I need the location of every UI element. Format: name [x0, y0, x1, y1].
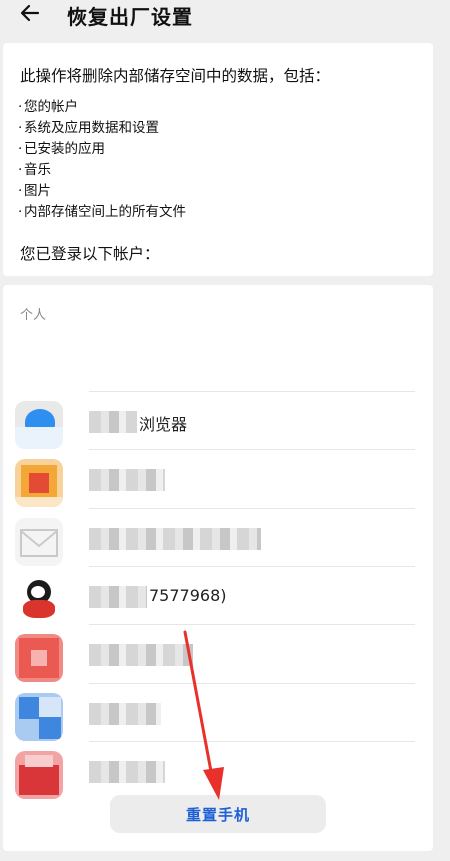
- email-app-icon: [15, 518, 63, 566]
- intro-text: 此操作将删除内部储存空间中的数据，包括：: [20, 67, 331, 85]
- account-row: 浏览器: [3, 391, 433, 449]
- account-row: [3, 624, 433, 682]
- divider: [89, 449, 415, 450]
- account-name-redacted: [89, 411, 137, 433]
- section-label-personal: 个人: [20, 308, 47, 323]
- divider: [89, 741, 415, 742]
- browser-app-icon: [15, 401, 63, 449]
- account-name-redacted: [89, 586, 147, 608]
- account-name-redacted: [89, 644, 193, 666]
- account-row: [3, 449, 433, 507]
- divider: [89, 624, 415, 625]
- account-name: 浏览器: [139, 415, 188, 434]
- account-name-redacted: [89, 703, 161, 725]
- page-title: 恢复出厂设置: [67, 5, 193, 29]
- account-row: [3, 741, 433, 799]
- list-item: 您的帐户: [18, 97, 186, 118]
- account-row: 7577968): [3, 566, 433, 624]
- divider: [89, 566, 415, 567]
- list-item: 已安装的应用: [18, 139, 186, 160]
- accounts-card: 个人 浏览器 7577968) 重置手机: [3, 285, 433, 851]
- top-bar: 恢复出厂设置: [0, 0, 450, 42]
- arrow-left-icon: [20, 4, 40, 22]
- list-item: 系统及应用数据和设置: [18, 118, 186, 139]
- app-icon: [15, 751, 63, 799]
- data-list: 您的帐户 系统及应用数据和设置 已安装的应用 音乐 图片 内部存储空间上的所有文…: [18, 97, 186, 223]
- back-button[interactable]: [14, 2, 54, 38]
- app-icon: [15, 693, 63, 741]
- app-icon: [15, 634, 63, 682]
- divider: [89, 391, 415, 392]
- account-name: 7577968): [149, 586, 227, 605]
- qq-app-icon: [15, 576, 63, 624]
- list-item: 音乐: [18, 160, 186, 181]
- list-item: 内部存储空间上的所有文件: [18, 202, 186, 223]
- divider: [89, 508, 415, 509]
- account-name-redacted: [89, 469, 165, 491]
- envelope-icon: [20, 529, 58, 557]
- list-item: 图片: [18, 181, 186, 202]
- wallet-app-icon: [15, 459, 63, 507]
- divider: [89, 683, 415, 684]
- logged-in-label: 您已登录以下帐户：: [20, 245, 160, 263]
- account-row: [3, 508, 433, 566]
- account-name-redacted: [89, 528, 261, 550]
- account-row: [3, 683, 433, 741]
- info-card: 此操作将删除内部储存空间中的数据，包括： 您的帐户 系统及应用数据和设置 已安装…: [3, 43, 433, 276]
- account-name-redacted: [89, 761, 165, 783]
- reset-phone-button[interactable]: 重置手机: [110, 795, 326, 833]
